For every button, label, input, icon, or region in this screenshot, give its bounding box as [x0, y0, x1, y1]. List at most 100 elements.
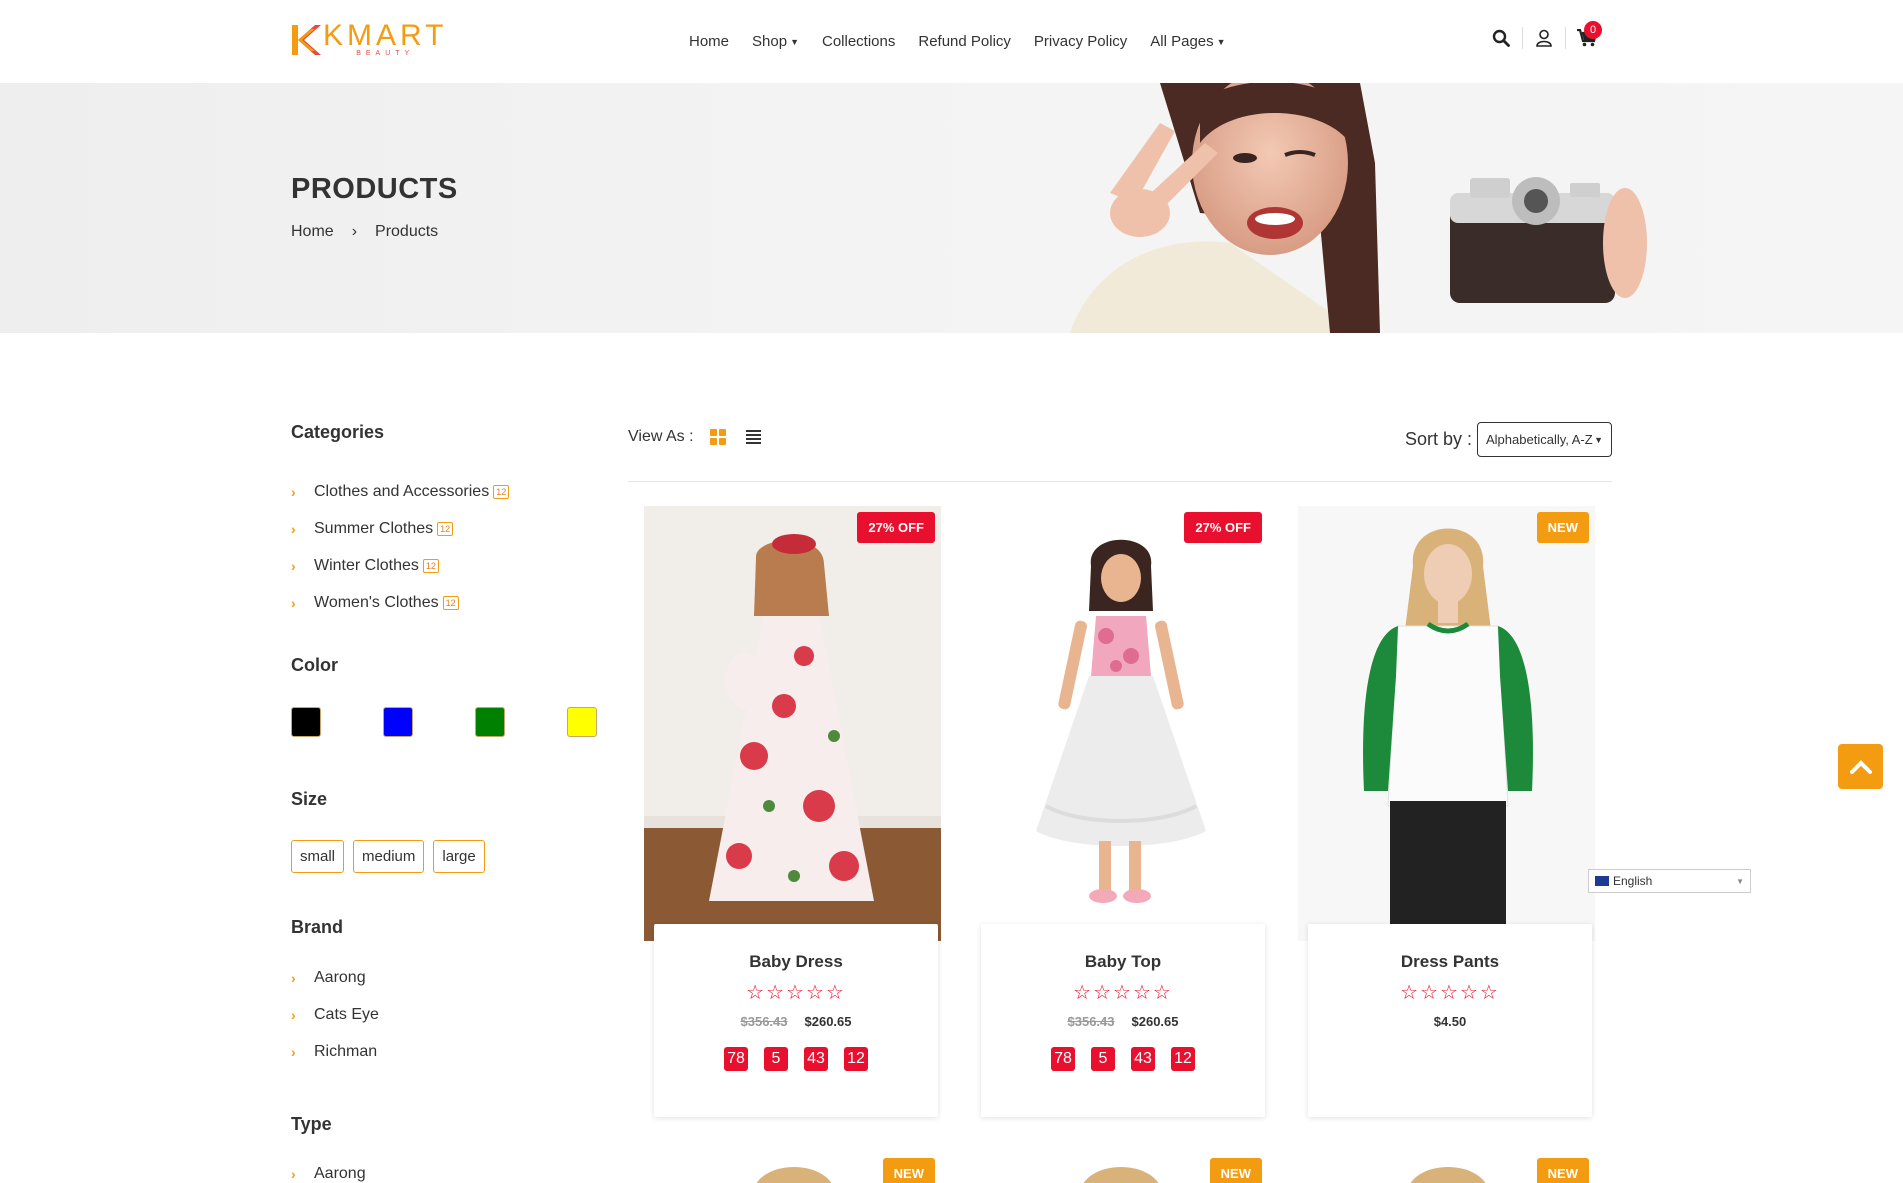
nav-label: Collections [821, 33, 896, 50]
category-label: Clothes and Accessories [314, 482, 490, 500]
chevron-down-icon: ▼ [790, 36, 799, 47]
type-item[interactable]: › Aarong [291, 1155, 366, 1183]
divider [1522, 27, 1523, 49]
chevron-right-icon: › [291, 969, 296, 986]
price: $4.50 [1433, 1014, 1467, 1029]
search-icon[interactable] [1490, 27, 1512, 49]
product-info: Baby Top ☆☆☆☆☆ $356.43 $260.65 78 5 43 1… [981, 924, 1265, 1117]
countdown-seconds: 12 [844, 1047, 868, 1071]
product-info: Baby Dress ☆☆☆☆☆ $356.43 $260.65 78 5 43… [654, 924, 938, 1117]
countdown-minutes: 43 [1131, 1047, 1155, 1071]
brand-item[interactable]: › Richman [291, 1033, 379, 1070]
sort-control: Sort by : Alphabetically, A-Z ▼ [1405, 422, 1612, 457]
color-swatch-yellow[interactable] [567, 707, 597, 737]
nav-refund-policy[interactable]: Refund Policy [918, 33, 1011, 50]
brand-label: Cats Eye [314, 1005, 379, 1023]
color-swatch-green[interactable] [475, 707, 505, 737]
sort-label: Sort by : [1404, 429, 1472, 449]
category-label: Winter Clothes [314, 556, 419, 574]
breadcrumb-current: Products [375, 223, 439, 240]
sort-value: Alphabetically, A-Z [1486, 432, 1593, 447]
category-label: Summer Clothes [314, 519, 434, 537]
countdown-days: 78 [724, 1047, 748, 1071]
chevron-right-icon: › [291, 1006, 296, 1023]
chevron-down-icon: ▼ [1736, 876, 1744, 886]
product-info: Dress Pants ☆☆☆☆☆ $4.50 [1308, 924, 1592, 1117]
size-option-large[interactable]: large [433, 840, 485, 873]
user-icon[interactable] [1533, 27, 1555, 49]
size-option-small[interactable]: small [291, 840, 345, 873]
product-image[interactable]: NEW [1298, 506, 1595, 941]
product-name[interactable]: Baby Top [981, 952, 1265, 972]
brand-label: Richman [314, 1042, 378, 1060]
product-name[interactable]: Dress Pants [1308, 952, 1592, 972]
countdown-seconds: 12 [1171, 1047, 1195, 1071]
sort-select[interactable]: Alphabetically, A-Z ▼ [1477, 422, 1612, 457]
color-swatch-black[interactable] [291, 707, 321, 737]
scroll-to-top-button[interactable] [1838, 744, 1883, 789]
grid-view-icon[interactable] [709, 429, 726, 445]
price: $260.65 [804, 1014, 852, 1029]
discount-badge: 27% OFF [1184, 512, 1262, 543]
cart-count-badge: 0 [1584, 21, 1602, 39]
countdown-hours: 5 [764, 1047, 788, 1071]
nav-privacy-policy[interactable]: Privacy Policy [1034, 33, 1127, 50]
categories-list: › Clothes and Accessories 12 › Summer Cloth… [291, 473, 510, 621]
type-label: Aarong [314, 1164, 366, 1182]
nav-label: Privacy Policy [1033, 33, 1128, 50]
product-name[interactable]: Baby Dress [654, 952, 938, 972]
breadcrumb: Home › Products [291, 223, 456, 241]
product-card[interactable]: NEW [1298, 1152, 1595, 1183]
product-image[interactable]: 27% OFF [971, 506, 1268, 941]
countdown-timer: 78 5 43 12 [981, 1047, 1265, 1071]
header-actions [1490, 27, 1598, 49]
color-swatches [291, 707, 659, 737]
banner-image [1030, 83, 1670, 333]
color-swatch-blue[interactable] [383, 707, 413, 737]
color-title: Color [291, 655, 338, 675]
chevron-down-icon: ▼ [1216, 36, 1226, 47]
discount-badge: 27% OFF [857, 512, 935, 543]
category-item[interactable]: › Summer Clothes 12 [291, 510, 509, 547]
chevron-down-icon: ▼ [1594, 434, 1603, 445]
language-selector[interactable]: English ▼ [1588, 869, 1751, 893]
product-card[interactable]: NEW [644, 1152, 941, 1183]
product-card[interactable]: NEW [971, 1152, 1268, 1183]
size-option-medium[interactable]: medium [353, 840, 425, 873]
list-view-icon[interactable] [745, 430, 761, 444]
nav-shop[interactable]: Shop ▼ [752, 33, 799, 50]
breadcrumb-home[interactable]: Home [291, 223, 334, 241]
uk-flag-icon [1595, 876, 1609, 886]
category-item[interactable]: › Winter Clothes 12 [291, 547, 509, 584]
countdown-minutes: 43 [804, 1047, 828, 1071]
brand-item[interactable]: › Aarong [291, 959, 379, 996]
category-item[interactable]: › Women's Clothes 12 [291, 584, 509, 621]
nav-collections[interactable]: Collections [822, 33, 895, 50]
brand-item[interactable]: › Cats Eye [291, 996, 379, 1033]
price-row: $356.43 $260.65 [981, 1014, 1265, 1029]
old-price: $356.43 [1067, 1014, 1115, 1029]
size-options: small medium large [291, 840, 485, 873]
main-nav: Home Shop ▼ Collections Refund Policy Pri… [689, 33, 1249, 50]
view-as: View As : [628, 428, 761, 446]
chevron-right-icon: › [291, 594, 296, 611]
site-header: KMART BEAUTY Home Shop ▼ Collections Refu… [0, 0, 1903, 83]
logo-sub: BEAUTY [356, 50, 415, 57]
divider [1565, 27, 1566, 49]
category-label: Women's Clothes [314, 593, 439, 611]
rating-stars-icon: ☆☆☆☆☆ [1073, 982, 1173, 1004]
chevron-right-icon: › [291, 1165, 296, 1182]
nav-home[interactable]: Home [689, 33, 729, 50]
view-as-label: View As : [628, 428, 694, 445]
type-title: Type [291, 1114, 332, 1134]
nav-all-pages[interactable]: All Pages ▼ [1150, 33, 1225, 50]
logo[interactable]: KMART BEAUTY [291, 21, 447, 58]
chevron-right-icon: › [291, 557, 296, 574]
count-badge: 12 [442, 595, 459, 610]
category-item[interactable]: › Clothes and Accessories 12 [291, 473, 510, 510]
price-row: $4.50 [1308, 1014, 1592, 1029]
page-title: PRODUCTS [291, 173, 458, 205]
price: $260.65 [1131, 1014, 1179, 1029]
product-image[interactable]: 27% OFF [644, 506, 941, 941]
countdown-days: 78 [1051, 1047, 1075, 1071]
